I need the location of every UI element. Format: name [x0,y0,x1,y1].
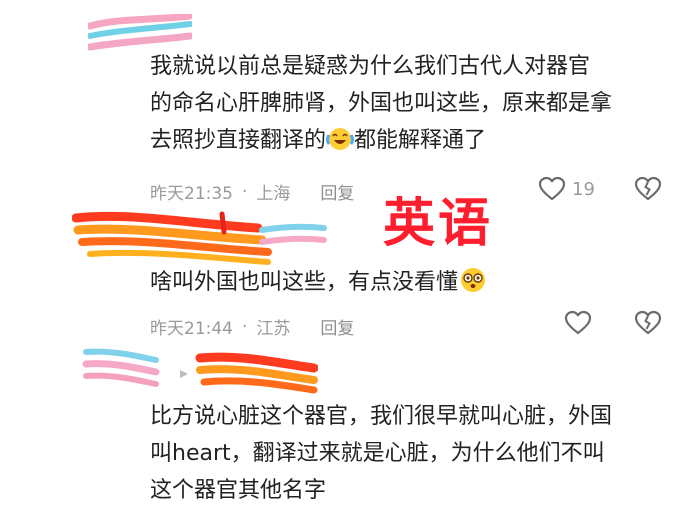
comment-3-text: 比方说心脏这个器官，我们很早就叫心脏，外国 叫heart，翻译过来就是心脏，为什… [150,398,670,509]
broken-heart-icon [634,310,662,335]
comment-1-line-1: 我就说以前总是疑惑为什么我们古代人对器官 [150,54,591,79]
comment-1-reply-button[interactable]: 回复 [320,179,354,204]
heart-outline-icon [538,176,566,201]
separator-dot: · [242,181,248,202]
comment-1-line-3: 去照抄直接翻译的 都能解释通了 [150,128,487,153]
comment-1-meta: 昨天21:35 · 上海 回复 [150,179,354,205]
separator-dot: · [242,316,248,337]
comment-1-location: 上海 [256,184,291,204]
dizzy-face-emoji [461,268,486,292]
comment-3-line-1: 比方说心脏这个器官，我们很早就叫心脏，外国 [150,404,613,429]
broken-heart-icon [634,176,662,201]
comment-3-line-3: 这个器官其他名字 [150,478,327,503]
comment-2-text: 啥叫外国也叫这些，有点没看懂 [150,264,570,301]
comment-2-dislike-button[interactable] [634,310,662,336]
comment-1-line-2: 的命名心肝脾肺肾，外国也叫这些，原来都是拿 [150,91,613,116]
comment-1-like-button[interactable]: 19 [538,176,595,202]
comment-2-location: 江苏 [256,319,291,339]
heart-outline-icon [564,310,592,335]
laughing-crying-emoji [326,128,355,150]
comment-2-time: 昨天21:44 [150,319,233,339]
overlay-caption: 英语 [383,194,494,254]
comment-1-like-count: 19 [572,178,595,200]
comment-2-like-button[interactable] [564,310,592,336]
redacted-username-scribble [82,348,318,394]
comment-1-text: 我就说以前总是疑惑为什么我们古代人对器官 的命名心肝脾肺肾，外国也叫这些，原来都… [150,48,670,159]
redacted-username-scribble [72,211,327,265]
comment-3-line-2: 叫heart，翻译过来就是心脏，为什么他们不叫 [150,441,605,466]
comment-2-meta: 昨天21:44 · 江苏 回复 [150,314,354,340]
comment-1-dislike-button[interactable] [634,176,662,202]
comment-1-time: 昨天21:35 [150,184,233,204]
comment-2-reply-button[interactable]: 回复 [320,314,354,339]
